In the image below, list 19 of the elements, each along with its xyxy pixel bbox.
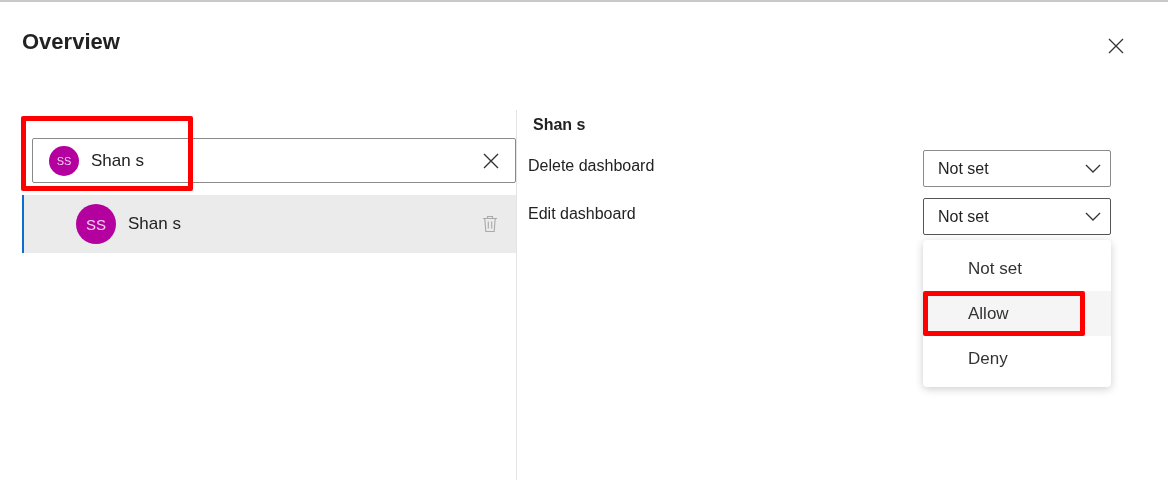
permission-label: Delete dashboard [528, 156, 655, 175]
user-name: Shan s [128, 214, 181, 234]
chevron-down-icon [1085, 212, 1101, 221]
user-name-heading: Shan s [533, 116, 587, 134]
search-field[interactable]: SS Shan s [32, 138, 516, 183]
permission-dropdown[interactable]: Not set [923, 198, 1111, 235]
dropdown-option[interactable]: Allow [923, 291, 1111, 336]
permission-dropdown[interactable]: Not set [923, 150, 1111, 187]
search-value: Shan s [91, 150, 144, 171]
dropdown-option[interactable]: Not set [923, 246, 1111, 291]
dialog-title: Overview [22, 28, 120, 55]
avatar: SS [49, 145, 79, 176]
chevron-down-icon [1085, 164, 1101, 173]
dropdown-option[interactable]: Deny [923, 336, 1111, 381]
user-list-item[interactable]: SS Shan s [22, 195, 516, 253]
close-icon [1108, 38, 1124, 54]
clear-icon[interactable] [483, 152, 499, 169]
permission-label: Edit dashboard [528, 204, 636, 223]
avatar: SS [76, 204, 116, 244]
